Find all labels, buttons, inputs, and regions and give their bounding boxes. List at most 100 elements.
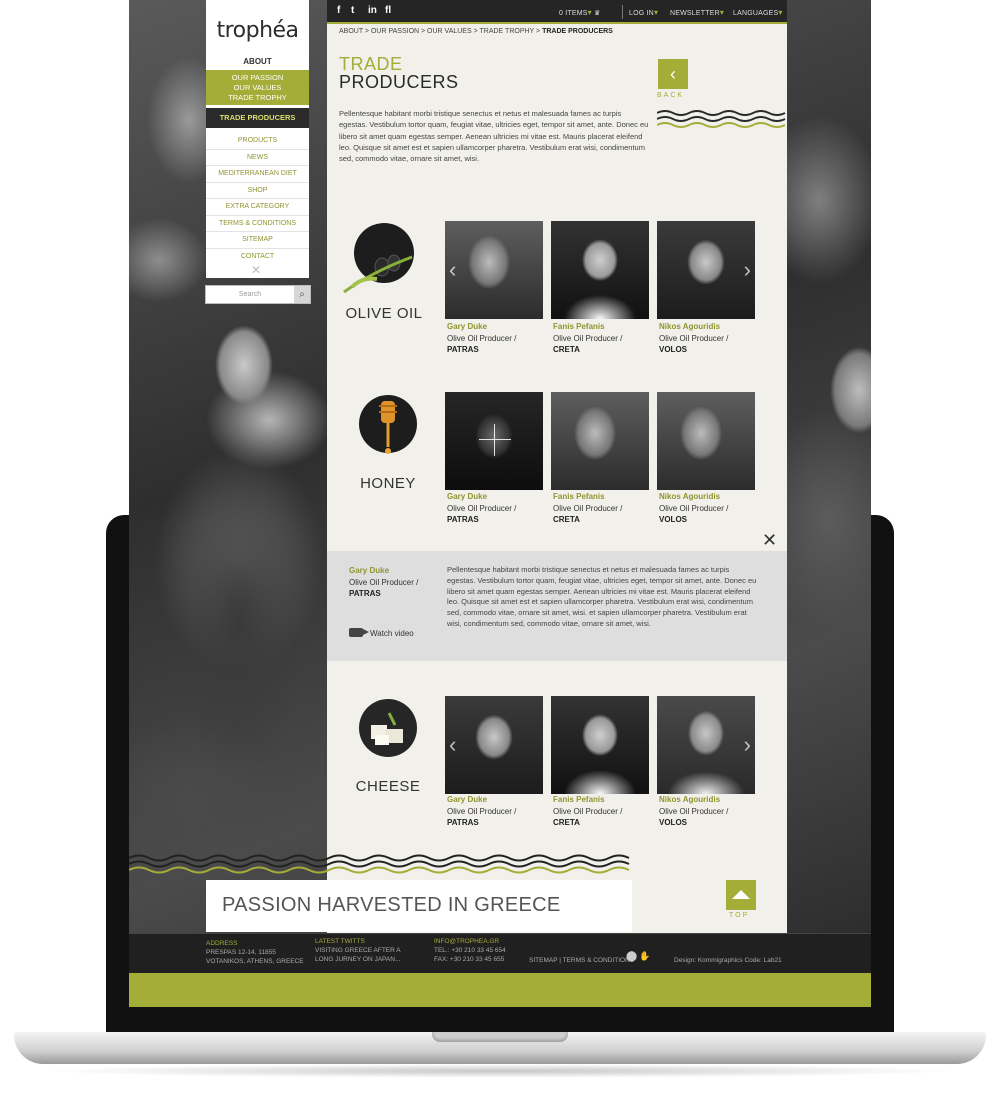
top-label: TOP: [729, 912, 750, 919]
category-label-olive-oil: OLIVE OIL: [345, 305, 423, 322]
location-pin-icon[interactable]: ⬤: [626, 952, 637, 962]
producer-name[interactable]: Gary Duke: [447, 492, 487, 501]
honey-icon: [359, 395, 417, 454]
category-label-honey: HONEY: [360, 475, 416, 492]
nav-extra-category[interactable]: EXTRA CATEGORY: [206, 199, 309, 216]
footer-twitt-line2[interactable]: LONG JURNEY ON JAPAN...: [315, 955, 400, 964]
breadcrumb-path[interactable]: ABOUT > OUR PASSION > OUR VALUES > TRADE…: [339, 28, 542, 35]
nav-about[interactable]: ABOUT: [206, 57, 309, 66]
producer-role: Olive Oil Producer /: [553, 334, 623, 343]
footer-twitt-line1[interactable]: VISITING GREECE AFTER A: [315, 946, 401, 955]
footer-fax: FAX: +30 210 33 45 655: [434, 956, 505, 963]
producer-city: PATRAS: [447, 345, 479, 354]
producer-photo[interactable]: [657, 392, 755, 490]
producer-name[interactable]: Gary Duke: [447, 322, 487, 331]
newsletter-menu[interactable]: NEWSLETTER▾: [670, 8, 724, 17]
cheese-icon: [359, 699, 417, 757]
producer-name[interactable]: Fanis Pefanis: [553, 322, 605, 331]
nav-sitemap[interactable]: SITEMAP: [206, 232, 309, 249]
detail-producer-city: PATRAS: [349, 589, 381, 598]
watch-video-link[interactable]: Watch video: [370, 629, 414, 638]
footer-accent-band: [129, 973, 871, 1007]
nav-contact[interactable]: CONTACT: [206, 249, 309, 265]
trophea-logo[interactable]: trophéa: [206, 18, 309, 43]
nav-news[interactable]: NEWS: [206, 150, 309, 166]
producer-photo[interactable]: [551, 221, 649, 319]
flickr-icon[interactable]: fl: [385, 5, 391, 16]
producer-photo[interactable]: ‹: [445, 696, 543, 794]
producer-name[interactable]: Nikos Agouridis: [659, 322, 720, 331]
footer-divider: [129, 933, 871, 934]
nav-shop[interactable]: SHOP: [206, 183, 309, 199]
cart-items[interactable]: 0 ITEMS▾ ♛: [559, 8, 601, 17]
producer-city: VOLOS: [659, 818, 688, 827]
footer: ADDRESS PRESPAS 12-14, 11855 VOTANIKOS, …: [129, 933, 871, 973]
producer-role: Olive Oil Producer /: [659, 334, 729, 343]
chevron-right-icon[interactable]: ›: [744, 257, 751, 283]
footer-address-line1: PRESPAS 12-14, 11855: [206, 949, 276, 956]
producer-photo[interactable]: ‹: [445, 221, 543, 319]
detail-producer-role: Olive Oil Producer /: [349, 578, 419, 587]
producer-city: VOLOS: [659, 345, 688, 354]
producer-name[interactable]: Gary Duke: [447, 795, 487, 804]
nav-mediterranean-diet[interactable]: MEDITERRANEAN DIET: [206, 166, 309, 183]
producer-name[interactable]: Fanis Pefanis: [553, 492, 605, 501]
producer-role: Olive Oil Producer /: [553, 807, 623, 816]
video-camera-icon[interactable]: [349, 628, 369, 637]
producer-name[interactable]: Nikos Agouridis: [659, 795, 720, 804]
nav-products[interactable]: PRODUCTS: [206, 133, 309, 150]
producer-photo[interactable]: ›: [657, 221, 755, 319]
sidebar-nav: trophéa ABOUT OUR PASSION OUR VALUES TRA…: [206, 0, 309, 278]
chevron-left-icon[interactable]: ‹: [449, 257, 456, 283]
footer-tel: TEL.: +30 210 33 45 654: [434, 947, 506, 954]
scroll-top-button[interactable]: [726, 880, 756, 910]
producer-photo[interactable]: [551, 392, 649, 490]
footer-address-label: ADDRESS: [206, 940, 238, 947]
footer-twitts-label: LATEST TWITTS: [315, 938, 365, 945]
nav-trade-producers[interactable]: TRADE PRODUCERS: [206, 108, 309, 128]
languages-menu[interactable]: LANGUAGES▾: [733, 8, 783, 17]
nav-about-submenu: OUR PASSION OUR VALUES TRADE TROPHY: [206, 70, 309, 105]
producer-city: CRETA: [553, 818, 580, 827]
login-menu[interactable]: LOG IN▾: [629, 8, 658, 17]
producer-name[interactable]: Fanis Pefanis: [553, 795, 605, 804]
laptop-notch: [432, 1032, 568, 1042]
breadcrumb: ABOUT > OUR PASSION > OUR VALUES > TRADE…: [339, 28, 613, 35]
producer-city: CRETA: [553, 345, 580, 354]
category-label-cheese: CHEESE: [355, 778, 421, 795]
nav-our-values[interactable]: OUR VALUES: [206, 83, 309, 93]
cart-icon: ♛: [594, 10, 601, 17]
nav-terms[interactable]: TERMS & CONDITIONS: [206, 216, 309, 232]
nav-our-passion[interactable]: OUR PASSION: [206, 70, 309, 83]
close-detail-icon[interactable]: ✕: [762, 530, 777, 551]
footer-email[interactable]: INFO@TROPHEA.GR: [434, 938, 499, 945]
content-panel: ABOUT > OUR PASSION > OUR VALUES > TRADE…: [327, 24, 787, 933]
producer-city: VOLOS: [659, 515, 688, 524]
wave-divider-top: [657, 110, 786, 128]
detail-text: Pellentesque habitant morbi tristique se…: [447, 565, 757, 628]
like-icon[interactable]: ✋: [639, 952, 650, 961]
back-label: BACK: [657, 92, 685, 99]
producer-photo-selected[interactable]: [445, 392, 543, 490]
search-icon[interactable]: ⌕: [294, 286, 310, 303]
intro-text: Pellentesque habitant morbi tristique se…: [339, 109, 649, 164]
chevron-right-icon[interactable]: ›: [744, 732, 751, 758]
background-figure-right: [799, 340, 871, 560]
linkedin-icon[interactable]: in: [368, 5, 377, 16]
chevron-left-icon[interactable]: ‹: [449, 732, 456, 758]
page-title-line2: PRODUCERS: [339, 72, 459, 92]
nav-close-icon[interactable]: ✕: [251, 263, 261, 277]
laptop-shadow: [40, 1064, 960, 1078]
footer-links[interactable]: SITEMAP | TERMS & CONDITIONS: [529, 956, 634, 965]
nav-trade-trophy[interactable]: TRADE TROPHY: [206, 93, 309, 103]
producer-role: Olive Oil Producer /: [447, 807, 517, 816]
footer-address-line2: VOTANIKOS, ATHENS, GREECE: [206, 958, 304, 965]
topbar-divider: [622, 5, 623, 19]
search-input[interactable]: Search: [206, 286, 294, 303]
back-button[interactable]: ‹: [658, 59, 688, 89]
producer-name[interactable]: Nikos Agouridis: [659, 492, 720, 501]
producer-photo[interactable]: [551, 696, 649, 794]
twitter-icon[interactable]: t: [351, 5, 354, 16]
facebook-icon[interactable]: f: [337, 5, 340, 16]
producer-photo[interactable]: ›: [657, 696, 755, 794]
